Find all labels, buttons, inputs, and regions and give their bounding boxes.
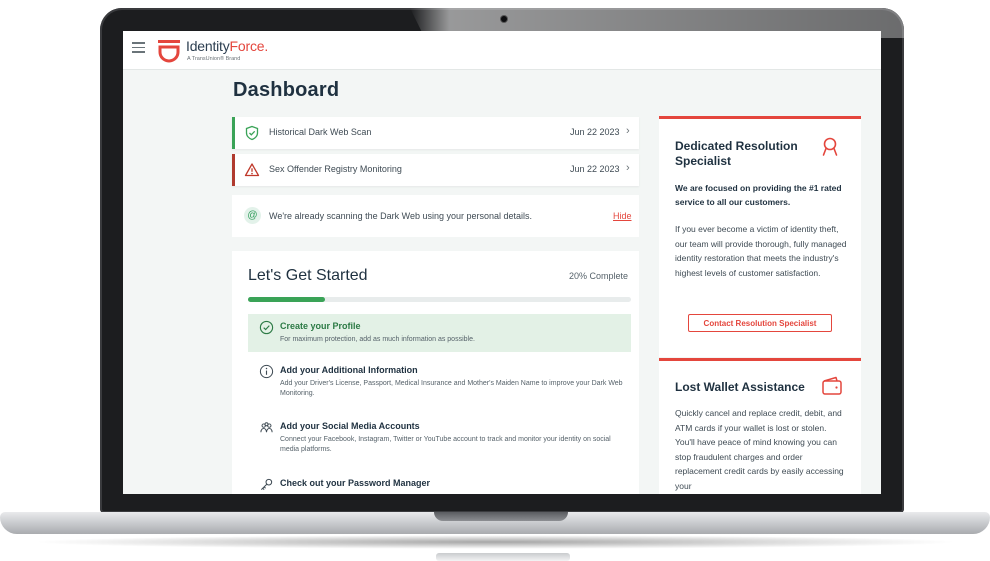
app-header: IdentityForce. A TransUnion® Brand bbox=[123, 31, 881, 70]
step-password-manager[interactable]: Check out your Password Manager bbox=[248, 471, 631, 494]
progress-bar bbox=[248, 297, 631, 302]
alert-row-sex-offender-registry[interactable]: Sex Offender Registry Monitoring Jun 22 … bbox=[232, 154, 639, 186]
brand-main: Identity bbox=[186, 38, 230, 54]
fingerprint-icon: @ bbox=[244, 207, 261, 224]
brand-name: IdentityForce. bbox=[186, 38, 268, 54]
step-description: Add your Driver's License, Passport, Med… bbox=[280, 380, 623, 397]
specialist-badge-icon bbox=[822, 137, 838, 156]
step-description: Connect your Facebook, Instagram, Twitte… bbox=[280, 436, 611, 453]
alert-label: Sex Offender Registry Monitoring bbox=[269, 164, 402, 174]
chevron-right-icon: › bbox=[626, 125, 630, 137]
resolution-title: Dedicated Resolution Specialist bbox=[675, 139, 798, 168]
progress-fill bbox=[248, 297, 325, 302]
step-additional-information[interactable]: Add your Additional Information Add your… bbox=[248, 358, 631, 402]
resolution-description: If you ever become a victim of identity … bbox=[675, 224, 847, 278]
resolution-specialist-card: Dedicated Resolution Specialist We are f… bbox=[659, 116, 861, 357]
step-description: For maximum protection, add as much info… bbox=[280, 336, 475, 343]
lost-wallet-card: Lost Wallet Assistance Quickly cancel an… bbox=[659, 358, 861, 494]
menu-icon[interactable] bbox=[132, 42, 145, 53]
webcam bbox=[501, 16, 507, 22]
identityforce-logo-icon[interactable] bbox=[156, 37, 182, 63]
screen: IdentityForce. A TransUnion® Brand Dashb… bbox=[123, 31, 881, 494]
people-icon bbox=[260, 422, 273, 433]
alert-row-dark-web-scan[interactable]: Historical Dark Web Scan Jun 22 2023 › bbox=[232, 117, 639, 149]
step-title: Create your Profile bbox=[280, 321, 361, 331]
status-bar bbox=[232, 154, 235, 186]
chevron-right-icon: › bbox=[626, 162, 630, 174]
alert-date: Jun 22 2023 bbox=[570, 164, 620, 174]
step-title: Check out your Password Manager bbox=[280, 478, 431, 488]
notice-message: We're already scanning the Dark Web usin… bbox=[269, 211, 533, 221]
getting-started-card: Let's Get Started 20% Complete Create yo… bbox=[232, 251, 639, 494]
wallet-icon bbox=[822, 376, 842, 395]
info-circle-icon bbox=[259, 364, 274, 379]
check-circle-icon bbox=[259, 320, 274, 335]
wallet-title: Lost Wallet Assistance bbox=[675, 380, 805, 394]
step-title: Add your Additional Information bbox=[280, 365, 418, 375]
alert-date: Jun 22 2023 bbox=[570, 127, 620, 137]
warning-triangle-icon bbox=[244, 163, 260, 177]
brand-mark: . bbox=[264, 38, 269, 54]
wallet-description: Quickly cancel and replace credit, debit… bbox=[675, 408, 844, 491]
step-title: Add your Social Media Accounts bbox=[280, 421, 420, 431]
resolution-highlight: We are focused on providing the #1 rated… bbox=[675, 183, 842, 207]
hide-notice-link[interactable]: Hide bbox=[613, 211, 632, 221]
page-title: Dashboard bbox=[233, 79, 340, 101]
laptop-shadow bbox=[30, 535, 960, 549]
step-social-media-accounts[interactable]: Add your Social Media Accounts Connect y… bbox=[248, 414, 631, 458]
brand-subtitle: A TransUnion® Brand bbox=[187, 56, 241, 62]
step-create-profile[interactable]: Create your Profile For maximum protecti… bbox=[248, 314, 631, 352]
dark-web-notice: @ We're already scanning the Dark Web us… bbox=[232, 195, 639, 237]
status-bar bbox=[232, 117, 235, 149]
brand-accent: Force bbox=[229, 38, 265, 54]
key-icon bbox=[260, 478, 273, 491]
alert-label: Historical Dark Web Scan bbox=[269, 127, 372, 137]
laptop-reflection bbox=[436, 553, 570, 561]
contact-resolution-specialist-button[interactable]: Contact Resolution Specialist bbox=[688, 314, 832, 332]
shield-check-icon bbox=[245, 125, 259, 141]
progress-label: 20% Complete bbox=[569, 271, 629, 281]
getting-started-title: Let's Get Started bbox=[248, 267, 368, 284]
laptop-notch bbox=[434, 512, 568, 521]
